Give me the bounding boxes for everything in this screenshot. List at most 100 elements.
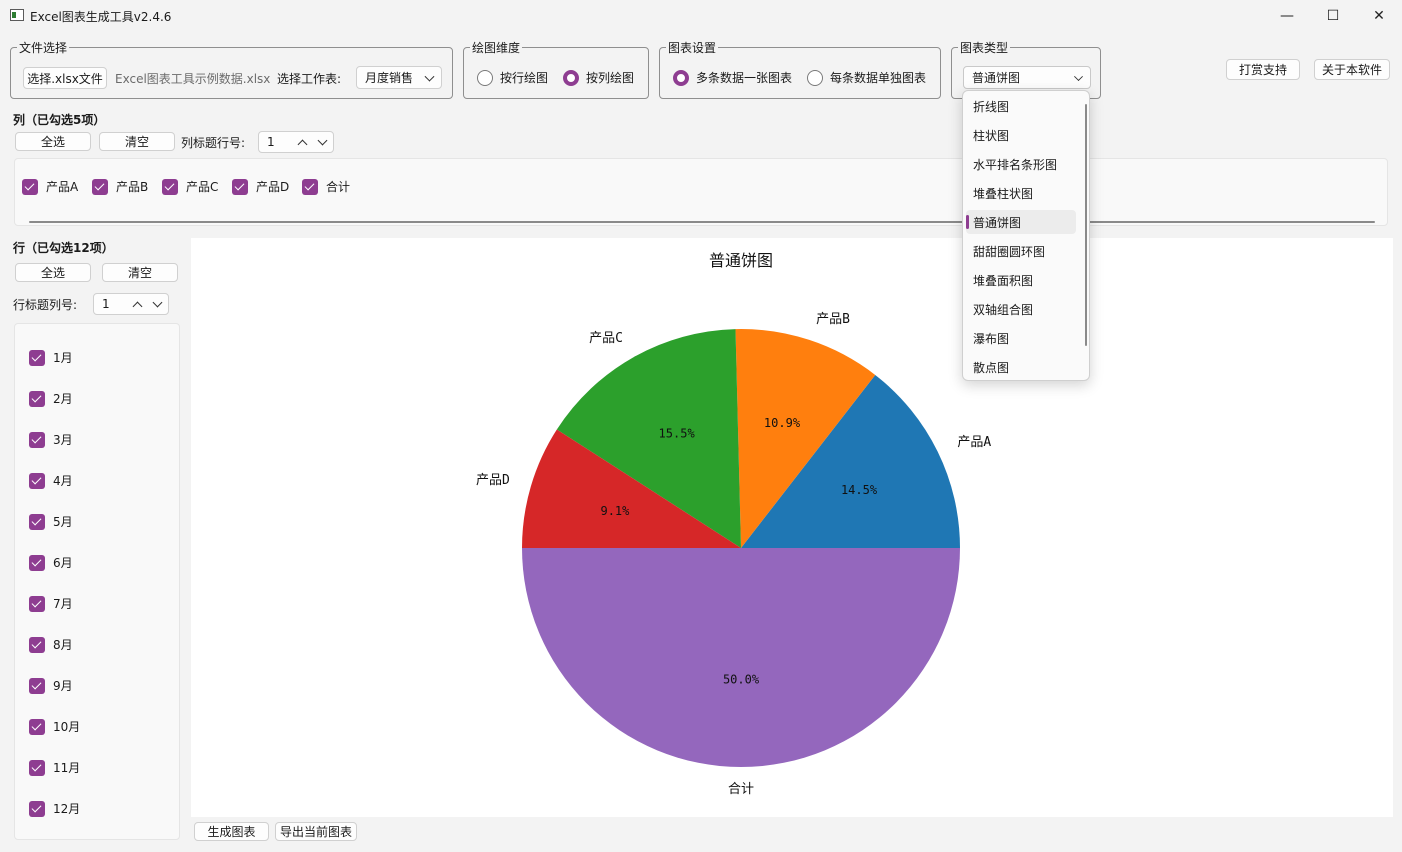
file-group-title: 文件选择 [17,39,70,56]
columns-horizontal-scrollbar[interactable] [29,221,1375,223]
row-checkbox[interactable]: 12月 [29,800,80,817]
row-checkbox[interactable]: 11月 [29,759,80,776]
checkbox-icon [29,636,45,653]
column-checkbox-label: 产品B [116,180,149,194]
row-checkbox[interactable]: 3月 [29,431,73,448]
row-checkbox-label: 9月 [53,679,73,693]
chart-area: 普通饼图 14.5% 产品A 10.9% 产品B 15.5% 产品C 9.1% 产品D 50.0… [191,238,1393,817]
radio-by-col[interactable]: 按列绘图 [563,69,634,86]
about-button[interactable]: 关于本软件 [1314,59,1390,80]
column-checkbox-b[interactable]: 产品B [92,178,148,195]
row-checkbox[interactable]: 9月 [29,677,73,694]
header-row-label: 列标题行号: [181,136,246,150]
chart-type-option[interactable]: 水平排名条形图 [966,152,1076,176]
pie-percent-label: 9.1% [600,504,630,518]
radio-icon [673,69,689,86]
radio-by-row[interactable]: 按行绘图 [477,69,548,86]
row-checkbox[interactable]: 5月 [29,513,73,530]
checkbox-icon [29,595,45,612]
sheet-select[interactable]: 月度销售 [356,66,442,89]
chart-type-option[interactable]: 堆叠柱状图 [966,181,1076,205]
chart-type-option[interactable]: 散点图 [966,355,1076,379]
checkbox-icon [232,178,248,195]
chevron-down-icon [1074,71,1083,81]
row-checkbox[interactable]: 2月 [29,390,73,407]
pie-category-label: 产品C [589,331,623,346]
maximize-button[interactable]: ☐ [1310,0,1356,32]
close-button[interactable]: ✕ [1356,0,1402,32]
row-checkbox-label: 3月 [53,433,73,447]
radio-icon [477,69,493,86]
row-checkbox[interactable]: 4月 [29,472,73,489]
choose-file-button[interactable]: 选择.xlsx文件 [23,67,107,89]
chart-title: 普通饼图 [709,251,773,270]
pie-percent-label: 50.0% [723,672,760,686]
chart-type-select-value: 普通饼图 [972,71,1021,85]
chart-type-option[interactable]: 甜甜圈圆环图 [966,239,1076,263]
title-bar: Excel图表生成工具v2.4.6 — ☐ ✕ [0,0,1402,32]
minimize-button[interactable]: — [1264,0,1310,32]
donate-button[interactable]: 打赏支持 [1226,59,1300,80]
chart-type-option-selected[interactable]: 普通饼图 [966,210,1076,234]
row-checkbox[interactable]: 1月 [29,349,73,366]
header-col-spinbox[interactable]: 1 [93,293,169,315]
row-checkbox[interactable]: 7月 [29,595,73,612]
row-checkbox-label: 4月 [53,474,73,488]
header-row-spinbox[interactable]: 1 [258,131,334,153]
rows-clear-button[interactable]: 清空 [102,263,178,282]
chart-type-select[interactable]: 普通饼图 [963,66,1091,89]
pie-percent-label: 10.9% [764,416,801,430]
column-checkbox-label: 产品A [46,180,79,194]
checkbox-icon [22,178,38,195]
rows-title: 行（已勾选12项） [13,241,114,255]
chevron-up-icon[interactable] [297,139,308,150]
chart-type-option[interactable]: 柱状图 [966,123,1076,147]
pie-slice [522,548,960,767]
radio-single-chart[interactable]: 多条数据一张图表 [673,69,792,86]
row-checkbox[interactable]: 8月 [29,636,73,653]
file-group: 文件选择 选择.xlsx文件 Excel图表工具示例数据.xlsx 选择工作表:… [10,39,453,99]
sheet-select-value: 月度销售 [365,71,414,85]
chevron-up-icon[interactable] [132,301,143,312]
dimension-group: 绘图维度 按行绘图 按列绘图 [463,39,649,99]
row-checkbox-label: 7月 [53,597,73,611]
pie-percent-label: 15.5% [659,426,696,440]
column-checkbox-c[interactable]: 产品C [162,178,218,195]
pie-category-label: 产品B [816,312,850,327]
generate-chart-button[interactable]: 生成图表 [194,822,269,841]
checkbox-icon [29,677,45,694]
radio-separate-chart[interactable]: 每条数据单独图表 [807,69,926,86]
chart-type-option[interactable]: 瀑布图 [966,326,1076,350]
column-checkbox-d[interactable]: 产品D [232,178,289,195]
checkbox-icon [29,472,45,489]
dropdown-scrollbar[interactable] [1085,104,1087,346]
chart-type-option[interactable]: 双轴组合图 [966,297,1076,321]
column-checkbox-total[interactable]: 合计 [302,178,350,195]
dimension-group-title: 绘图维度 [470,39,523,56]
chart-type-option[interactable]: 堆叠面积图 [966,268,1076,292]
column-checkbox-label: 产品C [186,180,219,194]
chart-type-option[interactable]: 折线图 [966,94,1076,118]
radio-single-chart-label: 多条数据一张图表 [696,71,793,85]
columns-select-all-button[interactable]: 全选 [15,132,91,151]
checkbox-icon [29,431,45,448]
row-checkbox[interactable]: 6月 [29,554,73,571]
radio-by-col-label: 按列绘图 [586,71,635,85]
window-title: Excel图表生成工具v2.4.6 [30,10,172,24]
rows-select-all-button[interactable]: 全选 [15,263,91,282]
header-col-label: 行标题列号: [13,298,78,312]
row-checkbox[interactable]: 10月 [29,718,80,735]
header-row-value: 1 [267,135,275,149]
pie-category-label: 合计 [728,782,754,797]
column-checkbox-a[interactable]: 产品A [22,178,78,195]
chart-type-dropdown: 折线图 柱状图 水平排名条形图 堆叠柱状图 普通饼图 甜甜圈圆环图 堆叠面积图 … [962,90,1090,381]
columns-clear-button[interactable]: 清空 [99,132,175,151]
pie-category-label: 产品A [957,435,991,450]
row-checkbox-label: 1月 [53,351,73,365]
export-chart-button[interactable]: 导出当前图表 [275,822,357,841]
chevron-down-icon[interactable] [317,135,328,146]
pie-percent-label: 14.5% [841,483,878,497]
row-checkbox-label: 6月 [53,556,73,570]
chevron-down-icon[interactable] [152,297,163,308]
chart-type-group-title: 图表类型 [958,39,1011,56]
